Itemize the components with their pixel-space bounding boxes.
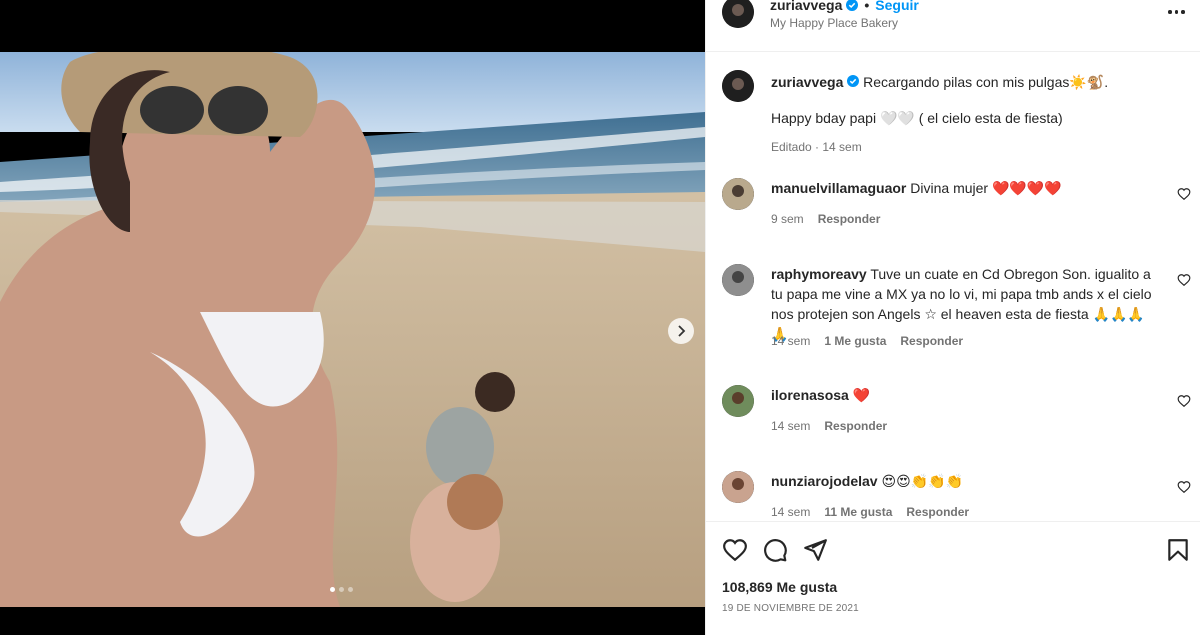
post-actions: 108,869 Me gusta 19 DE NOVIEMBRE DE 2021	[706, 521, 1200, 635]
bookmark-icon[interactable]	[1165, 537, 1191, 563]
comment-body: 😍😍👏👏👏	[881, 473, 963, 489]
heart-icon[interactable]	[1177, 394, 1191, 408]
post-panel: zuriavvega • Seguir My Happy Place Baker…	[705, 0, 1200, 635]
beach-photo-image	[0, 52, 705, 607]
post-photo[interactable]	[0, 52, 705, 607]
post-date[interactable]: 19 DE NOVIEMBRE DE 2021	[722, 603, 859, 614]
comment-username[interactable]: nunziarojodelav	[771, 473, 878, 489]
comment-meta: 14 sem 1 Me gusta Responder	[771, 334, 963, 348]
post-media	[0, 0, 705, 635]
comment-time[interactable]: 9 sem	[771, 212, 804, 226]
reply-button[interactable]: Responder	[906, 505, 969, 519]
caption-line-2: Happy bday papi 🤍🤍 ( el cielo esta de fi…	[771, 110, 1063, 126]
verified-icon	[847, 75, 860, 87]
comment-meta: 14 sem 11 Me gusta Responder	[771, 505, 969, 519]
reply-button[interactable]: Responder	[900, 334, 963, 348]
caption-username[interactable]: zuriavvega	[771, 74, 843, 90]
comment-time[interactable]: 14 sem	[771, 419, 810, 433]
comment-text: raphymoreavy Tuve un cuate en Cd Obregon…	[771, 264, 1161, 344]
comment-username[interactable]: ilorenasosa	[771, 387, 849, 403]
comment-icon[interactable]	[762, 537, 788, 563]
carousel-dot-active	[330, 587, 335, 592]
comment-body: ❤️	[852, 387, 871, 403]
verified-icon	[846, 0, 859, 11]
caption-text: zuriavvega Recargando pilas con mis pulg…	[771, 72, 1161, 92]
commenter-avatar[interactable]	[722, 264, 754, 296]
comments-list[interactable]: zuriavvega Recargando pilas con mis pulg…	[706, 53, 1200, 520]
more-options-icon[interactable]	[1168, 6, 1188, 18]
comment-username[interactable]: manuelvillamaguaor	[771, 180, 906, 196]
commenter-avatar[interactable]	[722, 471, 754, 503]
comment-time[interactable]: 14 sem	[771, 505, 810, 519]
heart-icon[interactable]	[1177, 187, 1191, 201]
commenter-avatar[interactable]	[722, 385, 754, 417]
comment-text: manuelvillamaguaor Divina mujer ❤️❤️❤️❤️	[771, 178, 1161, 198]
author-avatar[interactable]	[722, 0, 754, 28]
comment-meta: 14 sem Responder	[771, 419, 887, 433]
like-count[interactable]: 108,869 Me gusta	[722, 579, 837, 595]
heart-icon[interactable]	[1177, 480, 1191, 494]
comment-body: Divina mujer ❤️❤️❤️❤️	[910, 180, 1062, 196]
heart-icon[interactable]	[722, 537, 748, 563]
carousel-dot	[348, 587, 353, 592]
comment-username[interactable]: raphymoreavy	[771, 266, 867, 282]
post-header: zuriavvega • Seguir My Happy Place Baker…	[706, 0, 1200, 52]
comment-likes[interactable]: 11 Me gusta	[824, 505, 892, 519]
follow-button[interactable]: Seguir	[875, 0, 919, 13]
heart-icon[interactable]	[1177, 273, 1191, 287]
caption-line-1: Recargando pilas con mis pulgas☀️🐒.	[863, 74, 1109, 90]
comment-meta: 9 sem Responder	[771, 212, 880, 226]
carousel-next-button[interactable]	[668, 318, 694, 344]
reply-button[interactable]: Responder	[824, 419, 887, 433]
author-avatar[interactable]	[722, 70, 754, 102]
reply-button[interactable]: Responder	[818, 212, 881, 226]
comment-text: ilorenasosa ❤️	[771, 385, 1161, 405]
commenter-avatar[interactable]	[722, 178, 754, 210]
comment-time[interactable]: 14 sem	[771, 334, 810, 348]
caption-meta: Editado · 14 sem	[771, 140, 862, 154]
comment-text: nunziarojodelav 😍😍👏👏👏	[771, 471, 1161, 491]
share-icon[interactable]	[802, 537, 828, 563]
comment-likes[interactable]: 1 Me gusta	[824, 334, 886, 348]
chevron-right-icon	[678, 325, 686, 337]
carousel-indicator	[330, 587, 353, 592]
post-location[interactable]: My Happy Place Bakery	[770, 16, 898, 30]
author-username[interactable]: zuriavvega	[770, 0, 842, 13]
separator-dot: •	[864, 0, 870, 13]
carousel-dot	[339, 587, 344, 592]
